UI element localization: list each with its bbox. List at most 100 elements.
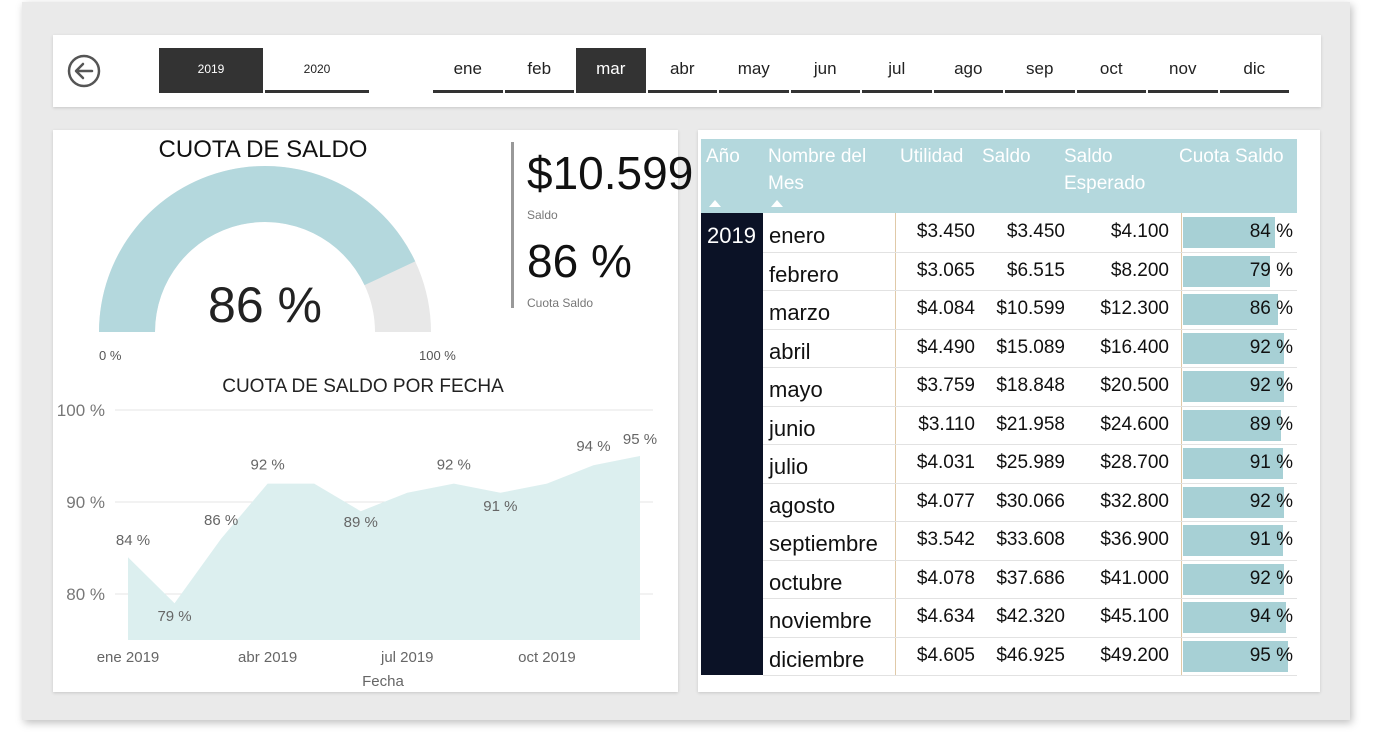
table-row[interactable]: septiembre $3.542 $33.608 $36.900 91 % <box>763 521 1297 561</box>
cell-mes: mayo <box>769 377 823 402</box>
table-row[interactable]: noviembre $4.634 $42.320 $45.100 94 % <box>763 598 1297 638</box>
cell-cuota-saldo: 91 % <box>1249 529 1293 550</box>
cell-cuota-saldo: 92 % <box>1249 567 1293 589</box>
cell-saldo: $30.066 <box>996 490 1065 512</box>
year-option-2019[interactable]: 2019 <box>159 48 263 93</box>
cell-utilidad: $4.078 <box>916 567 975 589</box>
cell-cuota-saldo: 84 % <box>1249 221 1293 242</box>
month-option-feb[interactable]: feb <box>504 48 574 93</box>
x-tick-label: ene 2019 <box>97 649 160 666</box>
data-label: 89 % <box>344 514 378 531</box>
cell-cuota-saldo: 95 % <box>1249 644 1293 666</box>
table-row[interactable]: diciembre $4.605 $46.925 $49.200 95 % <box>763 637 1297 676</box>
cuota-card-label: Cuota Saldo <box>527 296 594 310</box>
month-option-may[interactable]: may <box>719 48 789 93</box>
header-ano[interactable]: Año <box>701 139 763 213</box>
month-option-jun[interactable]: jun <box>790 48 860 93</box>
cell-utilidad: $4.084 <box>916 298 975 319</box>
sort-asc-icon <box>709 200 721 207</box>
header-nombre-mes[interactable]: Nombre del Mes <box>763 139 895 213</box>
cell-saldo: $15.089 <box>996 336 1065 358</box>
cell-mes: febrero <box>769 261 839 287</box>
gauge-title: CUOTA DE SALDO <box>158 136 368 163</box>
cell-saldo: $6.515 <box>1006 259 1065 281</box>
data-label: 79 % <box>157 608 191 625</box>
month-option-sep[interactable]: sep <box>1005 48 1075 93</box>
table-row[interactable]: marzo $4.084 $10.599 $12.300 86 % <box>763 290 1297 330</box>
slicer-bar: 2019 2020 ene feb mar abr may jun jul ago sep oct n… <box>53 35 1321 107</box>
cell-utilidad: $3.542 <box>916 529 975 550</box>
cell-mes: noviembre <box>769 608 872 633</box>
cell-cuota-saldo: 92 % <box>1249 375 1293 396</box>
cell-mes: marzo <box>769 300 831 325</box>
month-option-ago[interactable]: ago <box>933 48 1003 93</box>
cell-cuota-saldo: 91 % <box>1249 452 1293 473</box>
area-series <box>128 456 640 640</box>
cell-mes: octubre <box>769 569 843 595</box>
cell-saldo: $18.848 <box>996 375 1065 396</box>
year-slicer: 2019 2020 <box>159 48 369 94</box>
back-arrow-icon[interactable] <box>67 54 101 88</box>
table-row[interactable]: abril $4.490 $15.089 $16.400 92 % <box>763 329 1297 368</box>
table-row[interactable]: mayo $3.759 $18.848 $20.500 92 % <box>763 367 1297 407</box>
month-option-dic[interactable]: dic <box>1219 48 1289 93</box>
month-option-mar[interactable]: mar <box>576 48 646 93</box>
cell-mes: agosto <box>769 492 836 518</box>
y-tick-label: 100 % <box>57 401 105 420</box>
cell-mes: junio <box>769 415 816 441</box>
table-row[interactable]: agosto $4.077 $30.066 $32.800 92 % <box>763 483 1297 522</box>
data-label: 92 % <box>251 457 285 474</box>
cell-saldo-esperado: $36.900 <box>1100 529 1169 550</box>
data-label: 84 % <box>116 532 150 549</box>
x-tick-label: abr 2019 <box>238 649 297 666</box>
header-cuota-saldo[interactable]: Cuota Saldo <box>1174 139 1297 213</box>
cell-utilidad: $4.077 <box>916 490 975 512</box>
cell-saldo: $10.599 <box>996 298 1065 319</box>
month-option-ene[interactable]: ene <box>433 48 503 93</box>
cell-cuota-saldo: 92 % <box>1249 336 1293 358</box>
x-axis-label: Fecha <box>362 673 404 690</box>
cell-utilidad: $4.605 <box>916 644 975 666</box>
report-canvas: 2019 2020 ene feb mar abr may jun jul ago sep oct n… <box>22 2 1350 720</box>
data-label: 92 % <box>437 457 471 474</box>
cell-saldo-esperado: $12.300 <box>1100 298 1169 319</box>
year-option-2020[interactable]: 2020 <box>265 48 369 93</box>
cuota-card-value: 86 % <box>527 235 632 287</box>
cell-saldo-esperado: $45.100 <box>1100 606 1169 627</box>
cell-mes: enero <box>769 223 826 248</box>
header-utilidad[interactable]: Utilidad <box>895 139 979 213</box>
cell-cuota-saldo: 89 % <box>1249 413 1293 435</box>
cell-cuota-saldo: 92 % <box>1249 490 1293 512</box>
cell-mes: julio <box>769 454 809 479</box>
table-row[interactable]: febrero $3.065 $6.515 $8.200 79 % <box>763 252 1297 291</box>
card-divider <box>511 142 514 308</box>
table-row[interactable]: julio $4.031 $25.989 $28.700 91 % <box>763 444 1297 484</box>
cell-utilidad: $4.634 <box>916 606 975 627</box>
table-row[interactable]: enero $3.450 $3.450 $4.100 84 % <box>763 213 1297 253</box>
data-label: 95 % <box>623 431 657 448</box>
cell-saldo-esperado: $8.200 <box>1110 259 1169 281</box>
month-option-nov[interactable]: nov <box>1148 48 1218 93</box>
month-option-abr[interactable]: abr <box>647 48 717 93</box>
cell-saldo: $21.958 <box>996 413 1065 435</box>
x-tick-label: oct 2019 <box>518 649 576 666</box>
data-label: 94 % <box>576 438 610 455</box>
sort-asc-icon <box>771 200 783 207</box>
cell-saldo-esperado: $28.700 <box>1100 452 1169 473</box>
header-saldo-esperado[interactable]: Saldo Esperado <box>1059 139 1169 213</box>
cell-saldo-esperado: $41.000 <box>1100 567 1169 589</box>
header-saldo[interactable]: Saldo <box>977 139 1061 213</box>
cell-saldo: $3.450 <box>1006 221 1065 242</box>
cell-saldo-esperado: $16.400 <box>1100 336 1169 358</box>
table-row[interactable]: octubre $4.078 $37.686 $41.000 92 % <box>763 560 1297 599</box>
table-row[interactable]: junio $3.110 $21.958 $24.600 89 % <box>763 406 1297 445</box>
gauge-min-label: 0 % <box>99 348 122 363</box>
cell-mes: diciembre <box>769 646 865 672</box>
cell-cuota-saldo: 94 % <box>1249 606 1293 627</box>
month-option-jul[interactable]: jul <box>862 48 932 93</box>
gauge-and-chart-panel: CUOTA DE SALDO 86 % 0 % 100 % $10.599 Sa… <box>53 130 693 692</box>
gauge-max-label: 100 % <box>419 348 456 363</box>
cell-saldo: $42.320 <box>996 606 1065 627</box>
cell-utilidad: $4.490 <box>916 336 975 358</box>
month-option-oct[interactable]: oct <box>1076 48 1146 93</box>
